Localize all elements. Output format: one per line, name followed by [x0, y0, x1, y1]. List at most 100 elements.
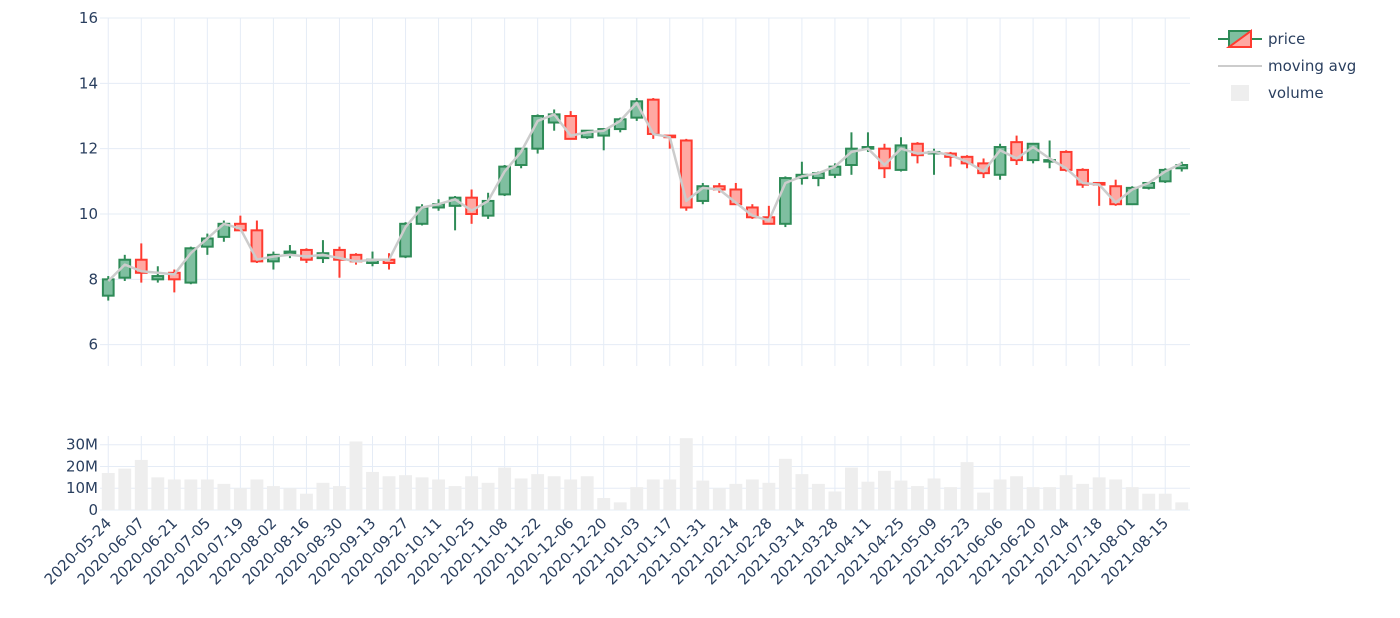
volume-y-tick-label: 10M [66, 479, 98, 497]
volume-bar [696, 480, 710, 510]
volume-bar [630, 487, 644, 510]
volume-bar [316, 482, 330, 510]
volume-bar [184, 479, 198, 510]
volume-bar [1142, 493, 1156, 510]
candle-down [134, 243, 148, 283]
volume-bar [944, 487, 957, 510]
volume-bar [1010, 476, 1024, 510]
volume-bar [811, 483, 825, 510]
volume-y-tick-label: 0 [88, 501, 98, 519]
volume-bar [911, 486, 924, 510]
volume-bar [993, 479, 1007, 510]
volume-bar [828, 491, 842, 510]
volume-bar [1043, 487, 1057, 510]
volume-bar [1125, 487, 1139, 510]
legend-label-price: price [1268, 30, 1305, 48]
volume-bar [1158, 493, 1172, 510]
volume-bar [844, 467, 858, 510]
candle-down [1010, 135, 1023, 165]
volume-bar [894, 480, 908, 510]
legend-item-price[interactable]: price [1218, 29, 1305, 48]
volume-y-tick-label: 20M [66, 457, 98, 475]
price-y-tick-label: 10 [79, 205, 98, 223]
volume-bar [283, 488, 297, 510]
volume-bar [448, 486, 462, 510]
legend-label-moving-avg: moving avg [1268, 57, 1356, 75]
volume-bar [151, 477, 165, 510]
candle-up [151, 266, 165, 283]
candle-body [415, 206, 429, 225]
volume-bar [514, 478, 528, 510]
volume-bar [167, 479, 181, 510]
volume-bar [233, 488, 247, 510]
volume-bar [200, 479, 214, 510]
volume-bar [349, 441, 363, 510]
volume-bar [547, 476, 561, 510]
candlestick-chart: 2020-05-242020-06-072020-06-212020-07-05… [41, 9, 1357, 588]
candle-body [250, 229, 264, 263]
volume-bar [679, 438, 693, 510]
candle-up [1175, 161, 1189, 172]
volume-bar [646, 479, 660, 510]
volume-bar [101, 473, 115, 510]
volume-bar [382, 476, 396, 510]
candle-down [333, 246, 346, 278]
volume-bar [432, 479, 446, 510]
volume-bar [366, 471, 379, 510]
legend-item-volume[interactable]: volume [1231, 84, 1324, 102]
volume-y-tick-label: 30M [66, 436, 98, 454]
volume-bar [597, 498, 611, 510]
volume-bar [795, 474, 809, 510]
price-candles [101, 98, 1189, 301]
volume-bar [498, 467, 512, 510]
volume-bar [1092, 477, 1106, 510]
volume-bar [1109, 479, 1123, 510]
volume-bar [762, 482, 776, 510]
volume-bar [960, 462, 974, 510]
candle-body [283, 250, 297, 255]
volume-bar [712, 488, 726, 510]
candle-up [267, 251, 280, 270]
volume-bar [266, 486, 280, 510]
volume-bar [663, 479, 677, 510]
volume-bar [778, 458, 792, 510]
volume-bar [861, 481, 875, 510]
volume-bar [1026, 487, 1040, 510]
volume-bar [134, 459, 148, 510]
grid [100, 17, 1190, 511]
price-y-tick-label: 14 [79, 74, 98, 92]
volume-bar [299, 493, 313, 510]
volume-bar [1076, 483, 1090, 510]
volume-bar [745, 479, 759, 510]
price-y-tick-label: 6 [88, 336, 98, 354]
volume-bar [564, 479, 578, 510]
volume-bar [399, 475, 412, 510]
legend[interactable]: price moving avg volume [1218, 29, 1356, 102]
candle-up [795, 161, 809, 185]
volume-bar [465, 476, 479, 510]
volume-bar [927, 478, 941, 510]
volume-bar [1059, 475, 1073, 510]
legend-item-moving-avg[interactable]: moving avg [1218, 57, 1356, 75]
candle-body [151, 275, 165, 281]
volume-bar [531, 474, 545, 510]
price-y-tick-label: 8 [88, 270, 98, 288]
volume-bar [878, 470, 891, 510]
volume-bar [250, 479, 264, 510]
price-y-tick-label: 12 [79, 140, 98, 158]
candle-down [382, 253, 396, 270]
volume-bar [217, 483, 231, 510]
volume-bar [1175, 502, 1189, 510]
legend-label-volume: volume [1268, 84, 1324, 102]
volume-bar [481, 482, 495, 510]
volume-bar [415, 477, 429, 510]
candle-up [894, 137, 908, 172]
volume-bar [977, 492, 991, 510]
candle-up [316, 240, 330, 263]
candle-down [250, 220, 264, 263]
candle-up [696, 182, 710, 205]
volume-bar [118, 468, 132, 510]
volume-bar [729, 483, 743, 510]
candle-down [349, 253, 363, 265]
candle-body [101, 278, 115, 297]
